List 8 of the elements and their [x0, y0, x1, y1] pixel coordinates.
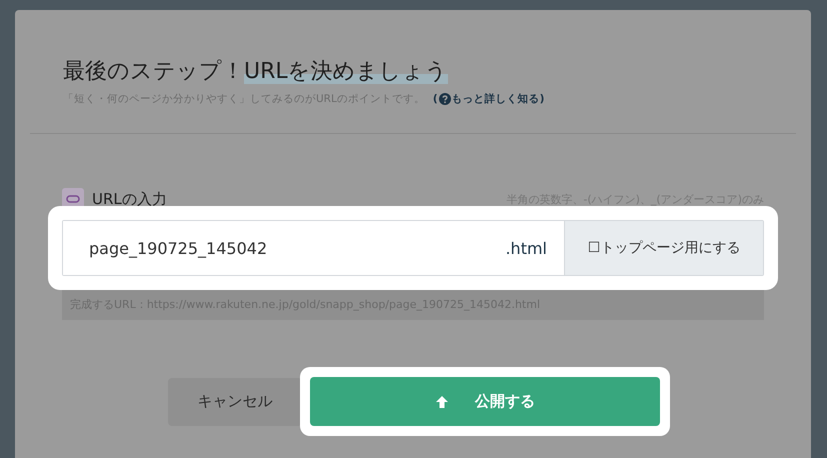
help-link[interactable]: ( もっと詳しく知る): [432, 92, 544, 106]
help-icon: [438, 93, 451, 105]
section-label: URLの入力: [92, 190, 167, 208]
highlighted-title: URLを決めましょう: [244, 59, 448, 84]
publish-button[interactable]: 公開する: [310, 377, 660, 426]
dialog-title: 最後のステップ！: [63, 59, 244, 84]
up-arrow-icon: [435, 394, 449, 408]
cancel-button[interactable]: キャンセル: [168, 378, 302, 426]
